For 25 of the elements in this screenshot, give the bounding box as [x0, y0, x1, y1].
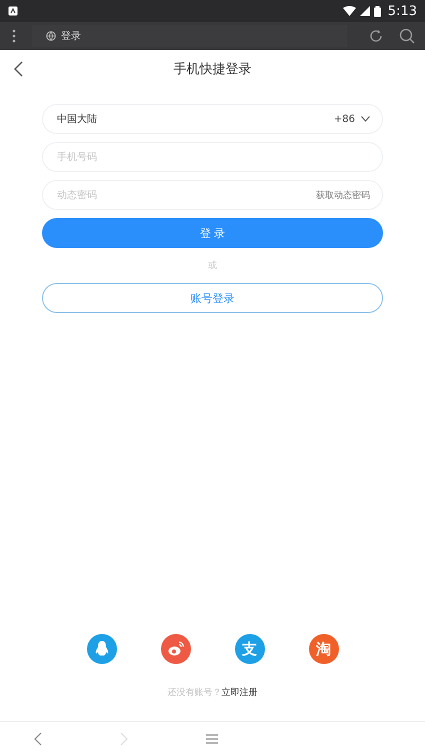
register-link[interactable]: 立即注册: [222, 686, 258, 699]
penguin-icon[interactable]: [86, 634, 116, 664]
wifi-icon: [342, 6, 356, 16]
chevron-down-icon: [361, 116, 370, 122]
register-prompt: 还没有账号？: [168, 686, 222, 699]
social-login-button[interactable]: 淘: [308, 634, 338, 664]
phone-field[interactable]: 手机号码: [42, 142, 383, 172]
back-icon[interactable]: [14, 61, 23, 77]
status-time: 5:13: [388, 4, 417, 18]
battery-icon: [374, 6, 381, 16]
login-button[interactable]: 登 录: [42, 218, 383, 248]
globe-icon: [46, 31, 56, 41]
page-title: 手机快捷登录: [174, 61, 252, 78]
get-code-link[interactable]: 获取动态密码: [316, 188, 370, 202]
search-icon[interactable]: [399, 28, 415, 44]
refresh-icon[interactable]: [369, 29, 383, 43]
account-login-button[interactable]: 账号登录: [42, 283, 383, 313]
address-bar[interactable]: 登录: [32, 25, 347, 47]
signal-icon: [360, 6, 370, 16]
menu-icon[interactable]: [206, 734, 218, 744]
notification-icon: [8, 6, 18, 16]
eye-icon[interactable]: [160, 634, 190, 664]
social-login-button[interactable]: 支: [234, 634, 264, 664]
region-select[interactable]: 中国大陆 +86: [42, 104, 383, 134]
more-options-icon[interactable]: [12, 29, 16, 43]
